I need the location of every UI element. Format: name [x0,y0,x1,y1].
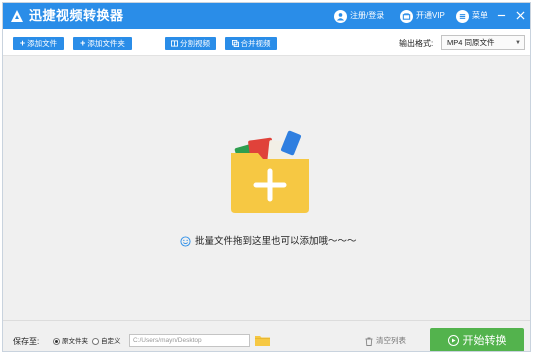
vip-button[interactable]: 开通VIP [400,8,445,24]
toolbar: + 添加文件 + 添加文件夹 分割视频 合并视频 输出格式: MP4 同原文件 … [3,29,530,56]
radio-original-folder[interactable]: 原文件夹 [53,337,88,346]
drop-zone[interactable]: 批量文件拖到这里也可以添加哦～～～ [3,57,530,320]
app-title: 迅捷视频转换器 [29,8,124,23]
trash-icon [365,337,373,346]
add-folder-icon[interactable] [228,127,312,215]
radio-original-label: 原文件夹 [62,338,88,345]
add-folder-label: 添加文件夹 [87,39,125,48]
app-window: 迅捷视频转换器 注册/登录 开通VIP 菜单 + 添加文件 + 添加文件夹 分割… [2,2,531,352]
radio-custom-label: 自定义 [101,338,121,345]
clear-list-button[interactable]: 清空列表 [365,336,406,346]
output-format-label: 输出格式: [399,39,434,48]
bottom-bar: 保存至: 原文件夹 自定义 C:/Users/mayn/Desktop 清空列表 [3,320,530,351]
minimize-button[interactable] [494,8,508,22]
play-icon [447,334,459,346]
close-icon [515,10,525,20]
drop-hint: 批量文件拖到这里也可以添加哦～～～ [180,235,357,248]
output-format-select[interactable]: MP4 同原文件 ▼ [441,35,525,50]
save-to-label: 保存至: [13,337,40,346]
drop-hint-text: 批量文件拖到这里也可以添加哦～～～ [195,236,357,247]
merge-video-label: 合并视频 [240,39,271,48]
smile-icon [180,236,191,247]
start-convert-label: 开始转换 [462,335,507,347]
merge-video-button[interactable]: 合并视频 [225,37,277,50]
minimize-icon [497,14,505,16]
menu-button[interactable]: 菜单 [456,8,488,24]
user-icon [334,9,347,23]
output-format-value: MP4 同原文件 [447,38,495,47]
vip-icon [400,9,413,23]
plus-icon: + [19,38,26,48]
radio-empty-icon [92,338,99,345]
close-button[interactable] [513,8,527,22]
start-convert-button[interactable]: 开始转换 [430,328,524,351]
save-path-input[interactable]: C:/Users/mayn/Desktop [129,334,250,347]
add-file-label: 添加文件 [27,39,58,48]
menu-label: 菜单 [472,11,488,20]
merge-icon [231,40,239,47]
vip-label: 开通VIP [416,11,445,20]
login-button[interactable]: 注册/登录 [334,8,384,24]
title-bar: 迅捷视频转换器 注册/登录 开通VIP 菜单 [3,3,530,29]
split-video-label: 分割视频 [180,39,210,48]
radio-selected-icon [53,338,60,345]
plus-icon: + [80,38,86,48]
split-icon [171,40,178,47]
split-video-button[interactable]: 分割视频 [165,37,216,50]
app-logo-icon [11,10,23,22]
login-label: 注册/登录 [350,11,385,20]
add-file-button[interactable]: + 添加文件 [13,37,64,50]
chevron-down-icon: ▼ [515,40,521,46]
folder-icon[interactable] [254,333,271,347]
radio-custom[interactable]: 自定义 [92,337,121,346]
clear-list-label: 清空列表 [376,336,406,345]
add-folder-button[interactable]: + 添加文件夹 [73,37,132,50]
menu-icon [456,9,469,23]
